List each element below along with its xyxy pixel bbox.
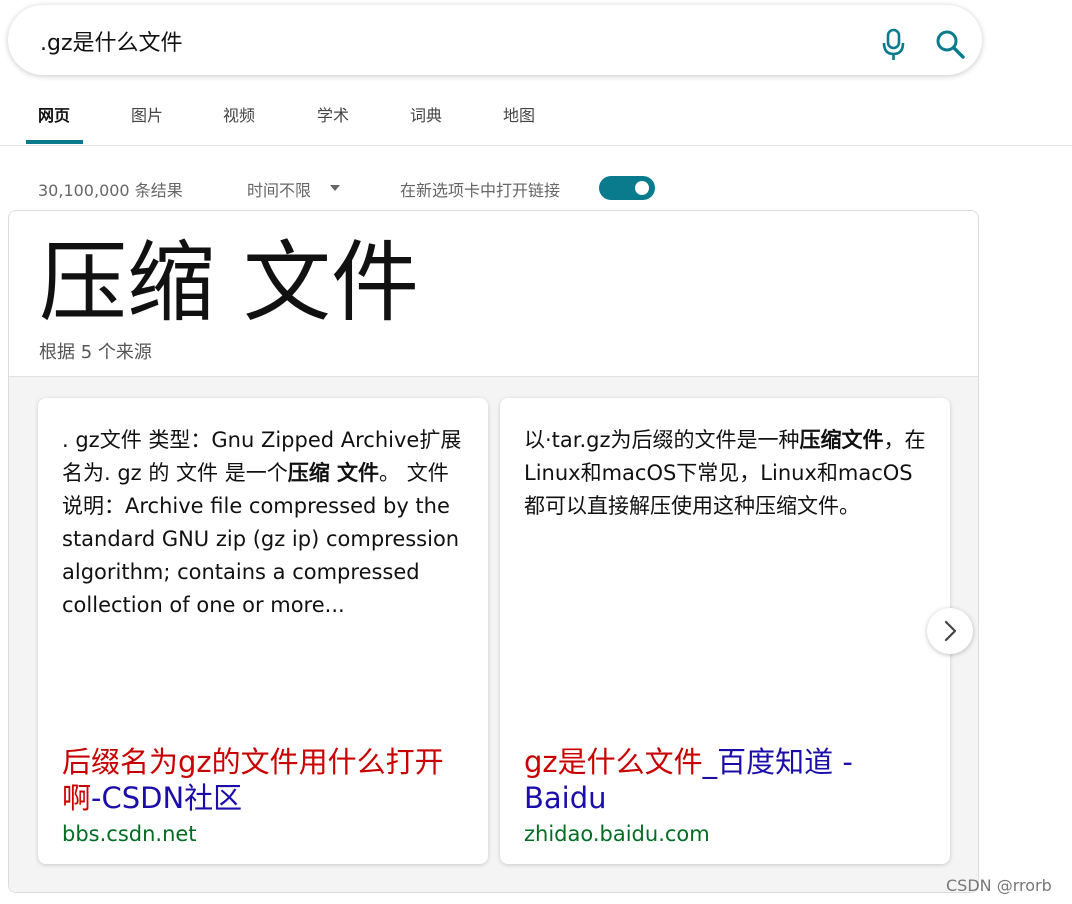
search-icon[interactable]: [930, 25, 974, 65]
open-new-tab-label: 在新选项卡中打开链接: [400, 181, 561, 200]
source-link-blue[interactable]: -CSDN社区: [91, 781, 242, 815]
toggle-knob: [635, 181, 649, 195]
source-domain: bbs.csdn.net: [62, 822, 197, 846]
snippet-highlight: 压缩文件: [799, 428, 884, 452]
tab-dictionary[interactable]: 词典: [410, 102, 442, 126]
result-count: 30,100,000 条结果: [38, 181, 183, 200]
answer-card: 压缩 文件 根据 5 个来源 . gz文件 类型：Gnu Zipped Arch…: [8, 210, 979, 893]
time-filter-dropdown[interactable]: 时间不限: [247, 177, 311, 201]
answer-sources-note: 根据 5 个来源: [39, 342, 152, 363]
tab-maps[interactable]: 地图: [503, 102, 535, 126]
filter-bar: 30,100,000 条结果 时间不限 在新选项卡中打开链接: [0, 165, 1072, 211]
tab-videos[interactable]: 视频: [223, 102, 255, 126]
search-bar: [8, 5, 982, 75]
carousel-next-button[interactable]: [927, 608, 973, 654]
tabs-divider: [0, 145, 1072, 146]
source-domain: zhidao.baidu.com: [524, 822, 710, 846]
source-snippet: . gz文件 类型：Gnu Zipped Archive扩展 名为. gz 的 …: [62, 424, 464, 744]
source-snippet: 以·tar.gz为后缀的文件是一种压缩文件，在Linux和macOS下常见，Li…: [524, 424, 926, 744]
answer-title: 压缩 文件: [39, 231, 419, 334]
source-card: 以·tar.gz为后缀的文件是一种压缩文件，在Linux和macOS下常见，Li…: [500, 398, 950, 864]
watermark: CSDN @rrorb: [946, 876, 1052, 895]
source-link[interactable]: 后缀名为gz的文件用什么打开啊-CSDN社区: [62, 744, 472, 816]
open-new-tab-toggle[interactable]: [599, 176, 655, 200]
search-input[interactable]: [38, 23, 822, 59]
tab-images[interactable]: 图片: [131, 102, 163, 126]
active-tab-indicator: [26, 140, 83, 144]
source-link-red[interactable]: gz是什么文件: [524, 745, 703, 779]
source-card: . gz文件 类型：Gnu Zipped Archive扩展 名为. gz 的 …: [38, 398, 488, 864]
microphone-icon[interactable]: [872, 25, 916, 65]
source-link[interactable]: gz是什么文件_百度知道 - Baidu: [524, 744, 934, 816]
chevron-right-icon: [944, 620, 957, 642]
caret-down-icon[interactable]: [330, 185, 340, 191]
snippet-text: 以·tar.gz为后缀的文件是一种: [524, 428, 800, 452]
tab-academic[interactable]: 学术: [317, 102, 349, 126]
snippet-highlight: 压缩 文件: [287, 461, 380, 485]
tab-web[interactable]: 网页: [38, 102, 70, 126]
